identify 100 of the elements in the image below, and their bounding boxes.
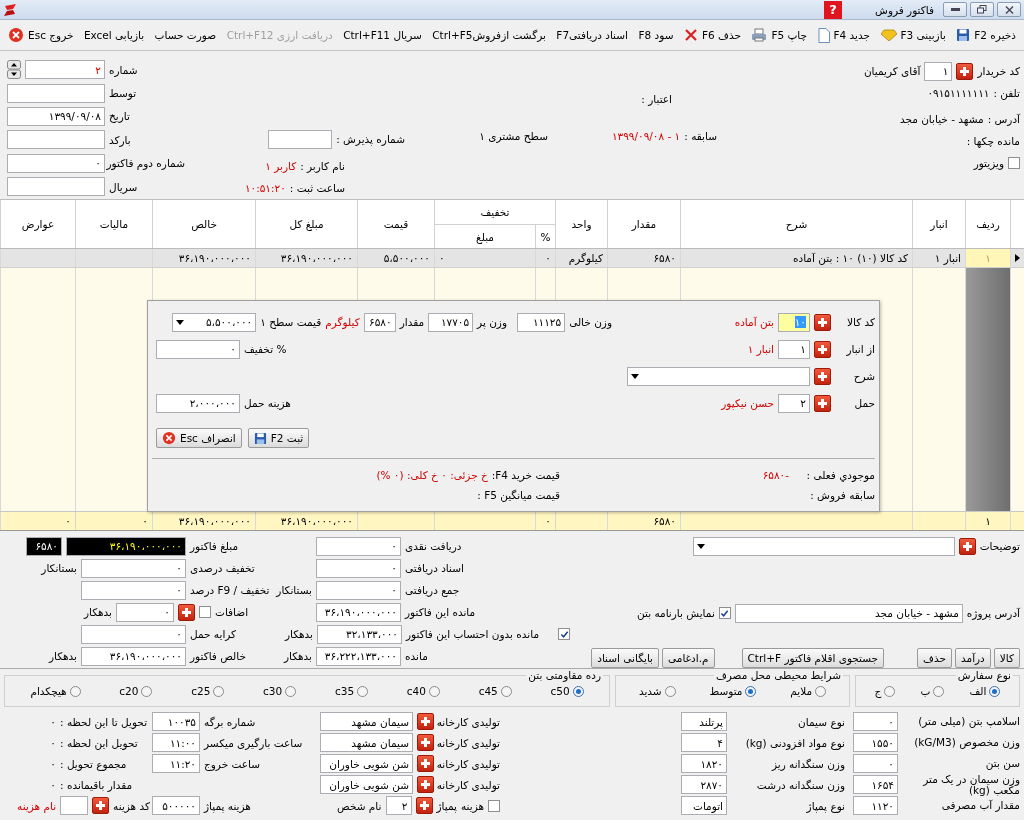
radio-button[interactable]: [69, 685, 81, 697]
column-header[interactable]: مالیات: [75, 200, 152, 248]
radio-button[interactable]: [357, 685, 369, 697]
radio-button[interactable]: [285, 685, 297, 697]
input-field[interactable]: ۱۱:۲۰: [152, 754, 200, 773]
input-field[interactable]: ۳۶،۱۹۰،۰۰۰،۰۰۰: [316, 602, 401, 622]
toolbar-button[interactable]: جدید F4: [815, 25, 873, 45]
input-field[interactable]: پرتلند: [681, 712, 727, 731]
input-field[interactable]: ۰: [316, 536, 401, 556]
radio-button[interactable]: [500, 685, 512, 697]
input-field[interactable]: ۰: [81, 558, 186, 578]
input-field[interactable]: [7, 177, 105, 197]
action-button[interactable]: حذف: [917, 648, 952, 668]
column-header[interactable]: شرح: [680, 200, 912, 248]
action-button[interactable]: بایگانی اسناد: [591, 648, 660, 668]
toolbar-button[interactable]: سود F8: [636, 27, 676, 43]
table-row[interactable]: ۱ انبار ۱ کد کالا (۱۰) ۱۰ : بتن آماده ۶۵۸۰ کیلوگرم ۰ ۰ ۵،۵۰۰،۰۰۰ ۳۶،۱۹۰،۰۰۰،۰۰۰ ۳۶،۱۹۰،۰۰۰،۰۰۰: [0, 249, 1024, 268]
input-field[interactable]: ۰: [81, 580, 186, 600]
input-field[interactable]: ۱۸۲۰: [681, 754, 727, 773]
column-header[interactable]: %: [535, 224, 555, 248]
add-button[interactable]: [417, 713, 434, 730]
toolbar-button[interactable]: بازبینی F3: [878, 27, 948, 43]
radio-button[interactable]: [213, 685, 225, 697]
input-field[interactable]: [7, 130, 105, 150]
column-header[interactable]: عوارض: [0, 200, 75, 248]
column-header[interactable]: تخفیف: [434, 200, 555, 224]
input-field[interactable]: مشهد - خیابان مجد: [734, 603, 963, 623]
column-header[interactable]: قیمت: [357, 200, 434, 248]
add-button[interactable]: [958, 537, 976, 555]
action-button[interactable]: کالا: [993, 648, 1020, 668]
radio-button[interactable]: [933, 685, 945, 697]
cancel-button[interactable]: انصراف Esc: [156, 428, 242, 448]
toolbar-button[interactable]: بازیابی Excel: [81, 27, 147, 43]
radio-button[interactable]: [428, 685, 440, 697]
checkbox[interactable]: [199, 606, 211, 618]
input-field[interactable]: ۳۶،۱۹۰،۰۰۰،۰۰۰: [81, 646, 186, 666]
add-button[interactable]: [417, 734, 434, 751]
close-button[interactable]: [997, 2, 1021, 17]
toolbar-button[interactable]: حذف F6: [681, 26, 743, 44]
input-field[interactable]: ۱۶۵۴: [853, 775, 898, 794]
add-button[interactable]: [417, 755, 434, 772]
add-button[interactable]: [92, 797, 110, 814]
column-header[interactable]: ردیف: [965, 200, 1010, 248]
input-field[interactable]: ۲: [385, 796, 412, 815]
input-field[interactable]: سیمان مشهد: [320, 733, 413, 752]
column-header[interactable]: خالص: [152, 200, 255, 248]
radio-button[interactable]: [989, 685, 1001, 697]
action-button[interactable]: جستجوی اقلام فاکتور Ctrl+F: [741, 648, 885, 668]
checkbox[interactable]: [718, 607, 731, 619]
input-field[interactable]: ۰: [116, 602, 174, 622]
radio-button[interactable]: [815, 685, 827, 697]
input-field[interactable]: ۰: [853, 754, 898, 773]
action-button[interactable]: درآمد: [955, 648, 991, 668]
radio-button[interactable]: [141, 685, 153, 697]
column-header[interactable]: مقدار: [607, 200, 680, 248]
input-field[interactable]: ۲: [25, 60, 105, 80]
column-header[interactable]: مبلغ: [434, 224, 535, 248]
column-header[interactable]: واحد: [555, 200, 607, 248]
input-field[interactable]: [7, 83, 105, 103]
input-field[interactable]: ۰: [853, 712, 898, 731]
toolbar-button[interactable]: سریال Ctrl+F11: [341, 27, 424, 43]
restore-button[interactable]: [970, 2, 994, 17]
input-field[interactable]: ۱۱:۰۰: [152, 733, 200, 752]
radio-button[interactable]: [572, 685, 584, 697]
toolbar-button[interactable]: خروج Esc: [6, 25, 76, 45]
input-field[interactable]: ۳۲،۱۳۳،۰۰۰: [317, 624, 402, 644]
checkbox[interactable]: [1008, 157, 1020, 169]
input-field[interactable]: ۱۱۲۰: [853, 796, 898, 815]
input-field[interactable]: ۳۶،۲۲۲،۱۳۳،۰۰۰: [316, 646, 401, 666]
input-field[interactable]: ۰: [316, 580, 401, 600]
column-header[interactable]: مبلغ کل: [255, 200, 357, 248]
input-field[interactable]: ۵۰۰۰۰۰: [152, 796, 200, 815]
input-field[interactable]: ۱۳۹۹/۰۹/۰۸: [7, 106, 105, 126]
input-field[interactable]: ۲۸۷۰: [681, 775, 727, 794]
input-field[interactable]: ۰: [81, 624, 186, 644]
radio-button[interactable]: [664, 685, 676, 697]
input-field[interactable]: [268, 129, 333, 149]
toolbar-button[interactable]: برگشت ازفروشCtrl+F5: [430, 27, 548, 43]
input-field[interactable]: ۰: [7, 153, 105, 173]
save-button[interactable]: ثبت F2: [247, 428, 310, 448]
input-field[interactable]: [60, 796, 89, 815]
input-field[interactable]: ۱۵۵۰: [853, 733, 898, 752]
input-field[interactable]: سیمان مشهد: [320, 712, 413, 731]
input-field[interactable]: اتومات: [681, 796, 727, 815]
input-field[interactable]: ۳۶،۱۹۰،۰۰۰،۰۰۰: [66, 536, 186, 556]
add-button[interactable]: [417, 776, 434, 793]
input-field[interactable]: شن شویی خاوران: [320, 775, 413, 794]
checkbox[interactable]: [558, 628, 570, 640]
add-button[interactable]: [178, 603, 195, 621]
toolbar-button[interactable]: صورت حساب: [152, 27, 219, 43]
checkbox[interactable]: [488, 799, 500, 812]
column-header[interactable]: انبار: [912, 200, 965, 248]
spin-button[interactable]: [7, 60, 21, 80]
input-field[interactable]: ۶۵۸۰: [26, 536, 62, 556]
add-button[interactable]: [415, 797, 433, 814]
toolbar-button[interactable]: ذخیره F2: [954, 26, 1018, 44]
input-field[interactable]: ۰: [316, 558, 401, 578]
radio-button[interactable]: [884, 685, 896, 697]
input-field[interactable]: ۴: [681, 733, 727, 752]
add-button[interactable]: [956, 62, 974, 80]
